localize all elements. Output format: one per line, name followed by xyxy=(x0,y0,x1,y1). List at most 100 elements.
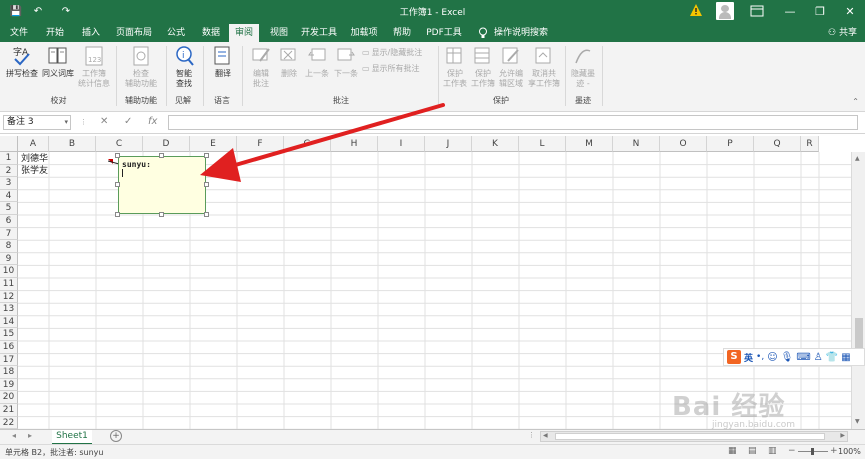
resize-handle-sw[interactable] xyxy=(115,212,120,217)
protect-workbook-button[interactable]: 保护 工作簿 xyxy=(468,45,498,89)
keyboard-icon[interactable]: ⌨ xyxy=(796,352,810,363)
row-header-5[interactable]: 5 xyxy=(0,202,18,215)
zoom-level[interactable]: 100% xyxy=(838,447,861,456)
sheet-tab-sheet1[interactable]: Sheet1 xyxy=(52,430,92,445)
cancel-icon[interactable]: ✕ xyxy=(100,116,108,127)
row-header-10[interactable]: 10 xyxy=(0,265,18,278)
row-header-17[interactable]: 17 xyxy=(0,353,18,367)
comment-box[interactable]: sunyu: xyxy=(118,156,206,214)
resize-handle-nw[interactable] xyxy=(115,153,120,158)
select-all-corner[interactable] xyxy=(0,136,18,152)
row-header-12[interactable]: 12 xyxy=(0,290,18,304)
tab-formulas[interactable]: 公式 xyxy=(161,24,191,42)
show-all-comments-button[interactable]: ▭ 显示所有批注 xyxy=(362,63,420,74)
column-header-l[interactable]: L xyxy=(519,136,566,152)
allow-edit-ranges-button[interactable]: 允许编 辑区域 xyxy=(496,45,526,89)
horizontal-scrollbar[interactable]: ◀ ▶ xyxy=(540,431,848,442)
sogou-logo-icon[interactable]: S xyxy=(727,350,741,364)
tab-developer[interactable]: 开发工具 xyxy=(297,24,341,42)
previous-comment-button[interactable]: 上一条 xyxy=(302,45,332,79)
column-header-b[interactable]: B xyxy=(49,136,96,152)
sheet-next-icon[interactable]: ▸ xyxy=(28,431,32,440)
column-header-d[interactable]: D xyxy=(143,136,190,152)
check-accessibility-button[interactable]: 检查 辅助功能 xyxy=(121,45,161,89)
row-header-7[interactable]: 7 xyxy=(0,227,18,241)
row-header-3[interactable]: 3 xyxy=(0,177,18,190)
row-header-16[interactable]: 16 xyxy=(0,341,18,354)
row-header-18[interactable]: 18 xyxy=(0,366,18,379)
column-header-r[interactable]: R xyxy=(801,136,819,152)
spelling-button[interactable]: 字A 拼写检查 xyxy=(5,45,39,79)
row-header-13[interactable]: 13 xyxy=(0,303,18,316)
tab-file[interactable]: 文件 xyxy=(4,24,34,42)
zoom-out-icon[interactable]: − xyxy=(788,446,796,456)
row-header-15[interactable]: 15 xyxy=(0,328,18,341)
name-box-dropdown-icon[interactable]: ▾ xyxy=(64,116,68,129)
skin-shirt-icon[interactable]: 👕 xyxy=(826,352,838,363)
show-hide-comment-button[interactable]: ▭ 显示/隐藏批注 xyxy=(362,47,422,58)
hide-ink-button[interactable]: 隐藏墨 迹 - xyxy=(568,45,598,89)
minimize-button[interactable]: — xyxy=(774,0,806,22)
column-header-n[interactable]: N xyxy=(613,136,660,152)
close-button[interactable]: ✕ xyxy=(834,0,865,22)
column-header-q[interactable]: Q xyxy=(754,136,801,152)
resize-handle-s[interactable] xyxy=(159,212,164,217)
column-header-k[interactable]: K xyxy=(472,136,519,152)
microphone-icon[interactable]: 🎙 xyxy=(781,352,794,363)
sheet-prev-icon[interactable]: ◂ xyxy=(12,431,16,440)
scroll-up-icon[interactable]: ▲ xyxy=(855,155,860,162)
share-button[interactable]: ⚇ 共享 xyxy=(828,24,857,42)
row-header-22[interactable]: 22 xyxy=(0,416,18,429)
ime-mode-label[interactable]: 英 xyxy=(744,351,753,364)
ribbon-display-options-icon[interactable] xyxy=(750,5,764,17)
edit-comment-button[interactable]: 编辑 批注 xyxy=(246,45,276,89)
emoji-icon[interactable]: ☺ xyxy=(767,352,777,363)
user-tools-icon[interactable]: ♙ xyxy=(814,352,823,363)
resize-handle-se[interactable] xyxy=(204,212,209,217)
column-header-p[interactable]: P xyxy=(707,136,754,152)
warning-icon[interactable] xyxy=(689,3,703,17)
row-header-1[interactable]: 1 xyxy=(0,152,18,165)
zoom-slider-thumb[interactable] xyxy=(811,448,814,455)
tab-split-grip-icon[interactable]: ⋮ xyxy=(528,431,535,439)
row-header-9[interactable]: 9 xyxy=(0,252,18,266)
tab-pdf-tools[interactable]: PDF工具 xyxy=(422,24,466,42)
next-comment-button[interactable]: 下一条 xyxy=(331,45,361,79)
tab-review[interactable]: 审阅 xyxy=(229,24,259,42)
column-header-o[interactable]: O xyxy=(660,136,707,152)
tab-view[interactable]: 视图 xyxy=(264,24,294,42)
account-avatar-icon[interactable] xyxy=(716,2,734,20)
row-header-8[interactable]: 8 xyxy=(0,240,18,253)
page-layout-view-icon[interactable]: ▤ xyxy=(748,446,757,456)
insert-function-icon[interactable]: fx xyxy=(148,116,157,127)
row-header-11[interactable]: 11 xyxy=(0,278,18,291)
restore-button[interactable]: ❐ xyxy=(804,0,836,22)
page-break-view-icon[interactable]: ▥ xyxy=(768,446,777,456)
enter-icon[interactable]: ✓ xyxy=(124,116,132,127)
resize-handle-n[interactable] xyxy=(159,153,164,158)
smart-lookup-button[interactable]: i 智能 查找 xyxy=(170,45,198,89)
row-header-19[interactable]: 19 xyxy=(0,378,18,392)
punctuation-icon[interactable]: •, xyxy=(756,352,764,362)
row-header-4[interactable]: 4 xyxy=(0,189,18,203)
horizontal-scroll-thumb[interactable] xyxy=(555,433,825,440)
vertical-scrollbar[interactable]: ▲ ▼ xyxy=(851,152,865,429)
collapse-ribbon-icon[interactable]: ⌃ xyxy=(852,97,859,106)
column-header-a[interactable]: A xyxy=(18,136,49,152)
row-header-21[interactable]: 21 xyxy=(0,404,18,417)
delete-comment-button[interactable]: 删除 xyxy=(276,45,302,79)
scroll-right-icon[interactable]: ▶ xyxy=(840,432,845,439)
scroll-left-icon[interactable]: ◀ xyxy=(543,432,548,439)
resize-handle-w[interactable] xyxy=(115,182,120,187)
tab-insert[interactable]: 插入 xyxy=(76,24,106,42)
tab-home[interactable]: 开始 xyxy=(40,24,70,42)
tab-addins[interactable]: 加载项 xyxy=(346,24,382,42)
tab-help[interactable]: 帮助 xyxy=(387,24,417,42)
normal-view-icon[interactable]: ▦ xyxy=(728,446,737,456)
unshare-workbook-button[interactable]: 取消共 享工作簿 xyxy=(526,45,562,89)
row-header-2[interactable]: 2 xyxy=(0,164,18,178)
translate-button[interactable]: 翻译 xyxy=(208,45,238,79)
name-box[interactable]: 备注 3 ▾ xyxy=(3,115,71,130)
zoom-in-icon[interactable]: + xyxy=(830,446,838,456)
tab-page-layout[interactable]: 页面布局 xyxy=(111,24,157,42)
